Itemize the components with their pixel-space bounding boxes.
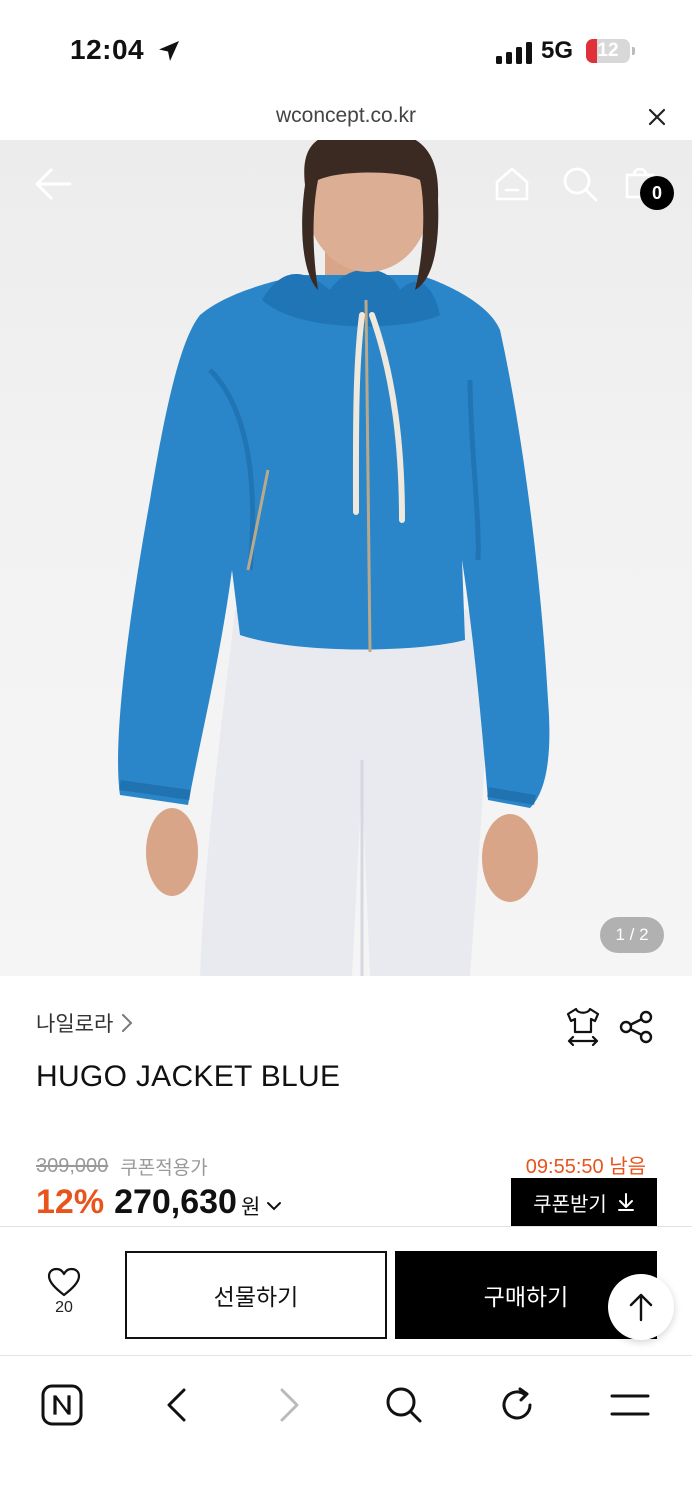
battery-icon: 12	[586, 39, 635, 63]
price-row[interactable]: 12% 270,630 원	[36, 1183, 282, 1222]
currency: 원	[240, 1195, 261, 1219]
discount-rate: 12%	[36, 1183, 105, 1221]
download-coupon-button[interactable]: 쿠폰받기	[511, 1178, 657, 1226]
coupon-price-label: 쿠폰적용가	[120, 1158, 208, 1179]
original-price: 309,000	[36, 1155, 109, 1177]
share-icon[interactable]	[618, 1010, 654, 1044]
cart-count-badge[interactable]: 0	[640, 176, 674, 210]
original-price-row: 309,000 쿠폰적용가	[36, 1153, 208, 1180]
status-bar: 12:04 5G 12	[0, 0, 692, 96]
home-icon[interactable]	[494, 166, 530, 202]
arrow-up-icon	[629, 1293, 653, 1322]
download-icon	[617, 1193, 634, 1211]
brand-name[interactable]: 나일로라	[36, 1008, 113, 1038]
product-photo	[118, 140, 550, 976]
url-bar[interactable]: wconcept.co.kr	[0, 96, 692, 140]
chevron-right-icon	[122, 1014, 133, 1032]
back-icon	[167, 1388, 186, 1422]
network-type: 5G	[541, 37, 574, 64]
signal-icon	[496, 42, 532, 64]
sale-price: 270,630	[114, 1183, 237, 1221]
product-title: HUGO JACKET BLUE	[36, 1060, 341, 1093]
url-text[interactable]: wconcept.co.kr	[0, 104, 692, 128]
size-guide-icon[interactable]	[564, 1006, 602, 1046]
browser-forward-button[interactable]	[260, 1375, 320, 1435]
search-icon	[386, 1387, 422, 1423]
battery-level: 12	[597, 40, 619, 61]
coupon-timer: 09:55:50 남음	[525, 1156, 646, 1178]
browser-refresh-button[interactable]	[487, 1375, 547, 1435]
back-arrow-icon[interactable]	[34, 168, 72, 200]
brand-link[interactable]: 나일로라	[36, 1008, 133, 1038]
image-pager: 1 / 2	[600, 917, 664, 953]
purchase-action-bar: 20 선물하기 구매하기	[0, 1226, 692, 1356]
heart-icon[interactable]	[47, 1267, 81, 1297]
product-image-gallery[interactable]: 0 1 / 2	[0, 140, 692, 976]
naver-icon	[41, 1384, 83, 1426]
coupon-button-label: 쿠폰받기	[533, 1193, 607, 1216]
browser-menu-button[interactable]	[600, 1375, 660, 1435]
location-arrow-icon	[159, 41, 179, 61]
browser-toolbar	[0, 1357, 692, 1500]
menu-icon	[610, 1394, 650, 1416]
refresh-icon	[502, 1387, 532, 1420]
browser-back-button[interactable]	[146, 1375, 206, 1435]
scroll-to-top-button[interactable]	[608, 1274, 674, 1340]
chevron-down-icon[interactable]	[266, 1200, 282, 1212]
status-time: 12:04	[70, 34, 145, 65]
gift-button[interactable]: 선물하기	[125, 1251, 387, 1339]
forward-icon	[280, 1388, 299, 1422]
browser-search-button[interactable]	[374, 1375, 434, 1435]
naver-home-button[interactable]	[32, 1375, 92, 1435]
wishlist-button[interactable]: 20	[36, 1267, 92, 1317]
search-icon[interactable]	[562, 166, 598, 202]
close-icon[interactable]	[642, 102, 672, 132]
wish-count: 20	[55, 1299, 73, 1316]
